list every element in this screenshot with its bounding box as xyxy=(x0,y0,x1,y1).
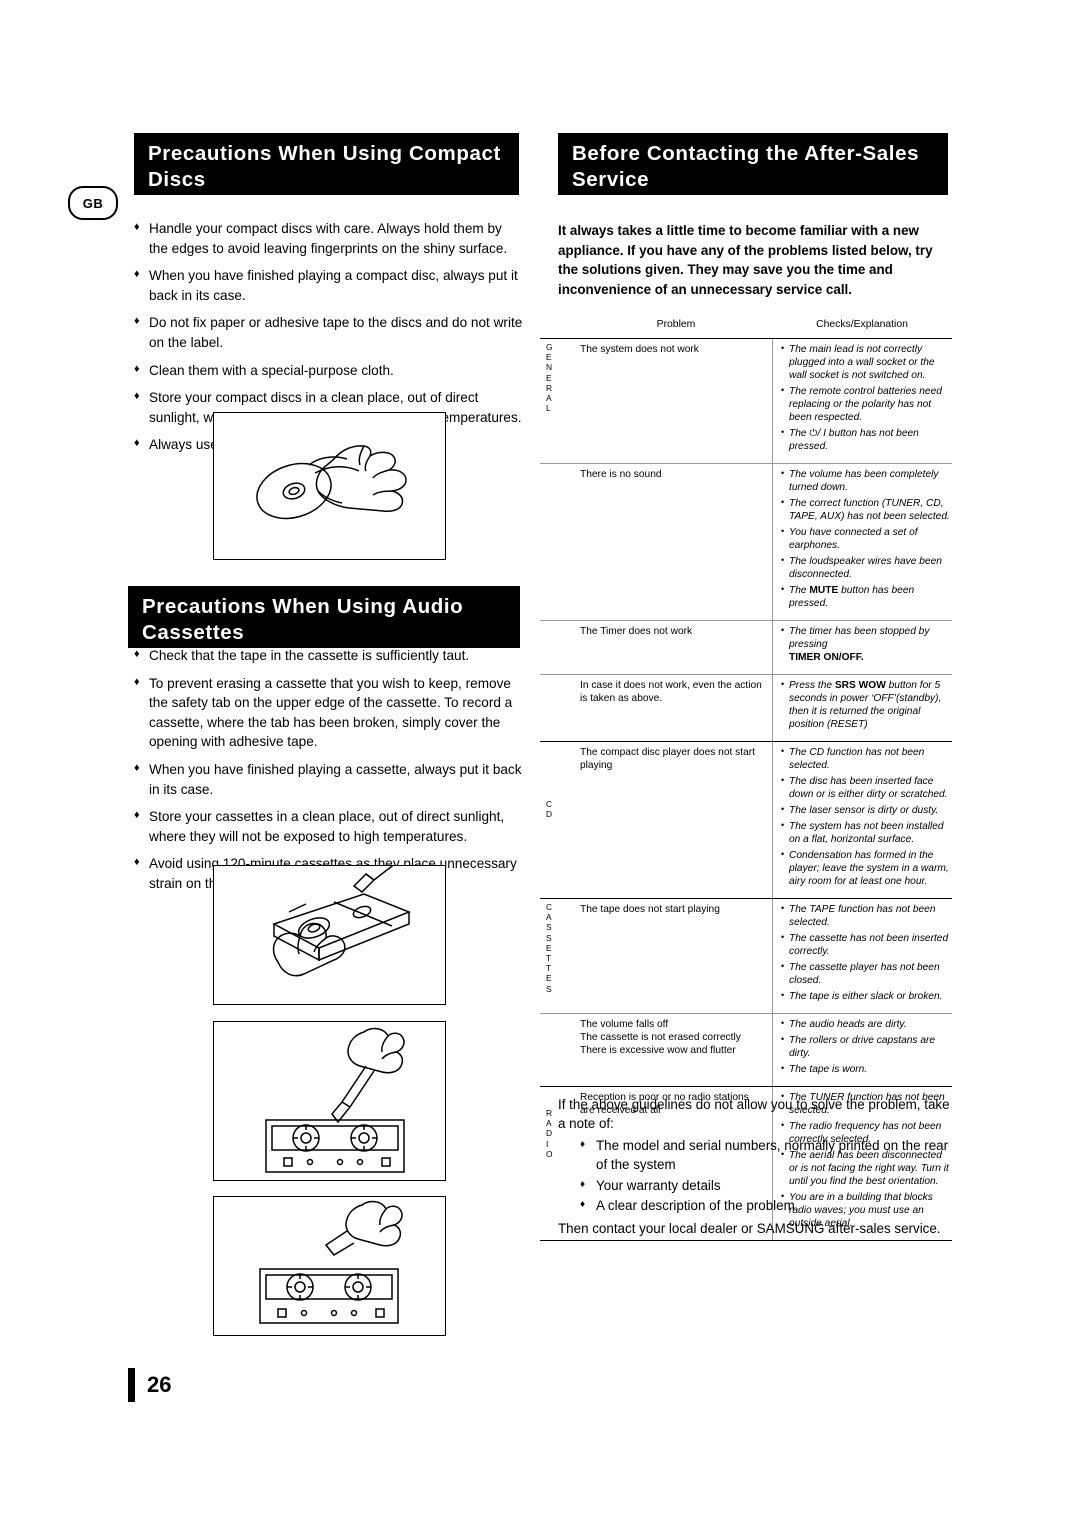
language-badge: GB xyxy=(68,186,118,220)
check-item: The cassette has not been inserted corre… xyxy=(781,931,952,958)
check-item: The remote control batteries need replac… xyxy=(781,384,952,424)
table-group-general: GENERAL The system does not work The mai… xyxy=(540,338,952,741)
check-item: The disc has been inserted face down or … xyxy=(781,774,952,801)
list-item: Check that the tape in the cassette is s… xyxy=(134,645,524,666)
row-label-spacer xyxy=(540,1014,580,1086)
row-label-spacer xyxy=(540,464,580,620)
check-item-mute: The MUTE button has been pressed. xyxy=(781,583,952,610)
row-label-spacer xyxy=(540,899,580,1013)
check-item: The loudspeaker wires have been disconne… xyxy=(781,554,952,581)
closing-bullets: The model and serial numbers, normally p… xyxy=(558,1135,956,1216)
list-item: Do not fix paper or adhesive tape to the… xyxy=(134,312,524,352)
check-item-timer: The timer has been stopped by pressingTI… xyxy=(781,624,952,664)
illustration-covering-tab-opening-graphic xyxy=(259,1200,403,1324)
section-heading-compact-discs: Precautions When Using Compact Discs xyxy=(134,133,519,195)
section-heading-audio-cassettes: Precautions When Using Audio Cassettes xyxy=(128,586,520,648)
table-row: The tape does not start playing The TAPE… xyxy=(540,898,952,1013)
table-row: The volume falls off The cassette is not… xyxy=(540,1013,952,1086)
check-item: The audio heads are dirty. xyxy=(781,1017,952,1031)
illustration-covering-tab-opening xyxy=(213,1196,446,1336)
check-item: The rollers or drive capstans are dirty. xyxy=(781,1033,952,1060)
page-number: 26 xyxy=(147,1372,172,1397)
check-item: The CD function has not been selected. xyxy=(781,745,952,772)
check-item: The correct function (TUNER, CD, TAPE, A… xyxy=(781,496,952,523)
closing-intro: If the above guidelines do not allow you… xyxy=(558,1097,950,1132)
list-item: Clean them with a special-purpose cloth. xyxy=(134,360,524,381)
list-item: Your warranty details xyxy=(580,1175,956,1195)
check-item: The main lead is not correctly plugged i… xyxy=(781,342,952,382)
check-item: The tape is worn. xyxy=(781,1062,952,1076)
illustration-removing-safety-tab-graphic xyxy=(265,1027,405,1173)
closing-note: If the above guidelines do not allow you… xyxy=(558,1095,956,1239)
page-number-block: 26 xyxy=(128,1368,171,1402)
cassette-precautions-list: Check that the tape in the cassette is s… xyxy=(134,645,524,902)
illustration-removing-safety-tab xyxy=(213,1021,446,1181)
language-badge-label: GB xyxy=(82,195,104,211)
table-row: The Timer does not work The timer has be… xyxy=(540,620,952,674)
heading-line-1: Precautions When Using Compact xyxy=(148,142,501,165)
table-row: The compact disc player does not start p… xyxy=(540,741,952,898)
check-item: The tape is either slack or broken. xyxy=(781,989,952,1003)
illustration-tape-tension-graphic xyxy=(272,866,412,977)
table-row: There is no sound The volume has been co… xyxy=(540,463,952,620)
row-label-spacer xyxy=(540,339,580,463)
list-item: To prevent erasing a cassette that you w… xyxy=(134,673,524,752)
check-item-reset: Press the SRS WOW button for 5 seconds i… xyxy=(781,678,952,731)
check-item: The TAPE function has not been selected. xyxy=(781,902,952,929)
check-item: The cassette player has not been closed. xyxy=(781,960,952,987)
problem-cell: The Timer does not work xyxy=(580,626,693,637)
checks-cell: The main lead is not correctly plugged i… xyxy=(772,339,952,463)
manual-page: GB Precautions When Using Compact Discs … xyxy=(0,0,1080,1528)
check-item: Condensation has formed in the player; l… xyxy=(781,848,952,888)
checks-cell: The volume has been completely turned do… xyxy=(772,464,952,620)
illustration-tape-tension xyxy=(213,865,446,1005)
list-item: When you have finished playing a cassett… xyxy=(134,759,524,799)
checks-cell: Press the SRS WOW button for 5 seconds i… xyxy=(772,675,952,741)
list-item: Store your cassettes in a clean place, o… xyxy=(134,806,524,846)
problem-cell: The tape does not start playing xyxy=(580,904,720,915)
list-item: Handle your compact discs with care. Alw… xyxy=(134,218,524,258)
problem-cell: The compact disc player does not start p… xyxy=(580,747,755,771)
table-bottom-rule xyxy=(540,1240,952,1241)
check-item-power: The ⏻/ I button has not been pressed. xyxy=(781,426,952,453)
list-item: A clear description of the problem xyxy=(580,1195,956,1215)
table-header-row: Problem Checks/Explanation xyxy=(540,318,952,338)
page-number-bar xyxy=(128,1368,135,1402)
problem-cell: The system does not work xyxy=(580,344,699,355)
list-item: When you have finished playing a compact… xyxy=(134,265,524,305)
column-header-problem: Problem xyxy=(656,319,696,330)
list-item: The model and serial numbers, normally p… xyxy=(580,1135,956,1175)
checks-cell: The timer has been stopped by pressingTI… xyxy=(772,621,952,674)
table-row: In case it does not work, even the actio… xyxy=(540,674,952,741)
checks-cell: The TAPE function has not been selected.… xyxy=(772,899,952,1013)
row-label-spacer xyxy=(540,675,580,741)
row-label-spacer xyxy=(540,621,580,674)
illustration-handling-disc-graphic xyxy=(256,445,407,520)
problem-cell: The volume falls off The cassette is not… xyxy=(580,1019,741,1056)
checks-cell: The CD function has not been selected. T… xyxy=(772,742,952,898)
problem-cell: There is no sound xyxy=(580,469,662,480)
check-item: The volume has been completely turned do… xyxy=(781,467,952,494)
section-heading-after-sales-service: Before Contacting the After-Sales Servic… xyxy=(558,133,948,195)
heading-line-2: Discs xyxy=(148,168,206,191)
closing-last-line: Then contact your local dealer or SAMSUN… xyxy=(558,1221,941,1237)
check-item: The laser sensor is dirty or dusty. xyxy=(781,803,952,817)
illustration-handling-disc xyxy=(213,412,446,560)
checks-cell: The audio heads are dirty. The rollers o… xyxy=(772,1014,952,1086)
heading-line-2: Service xyxy=(572,168,650,191)
power-button-icon: ⏻ xyxy=(809,428,818,439)
check-item: The system has not been installed on a f… xyxy=(781,819,952,846)
table-group-cd: CD The compact disc player does not star… xyxy=(540,741,952,898)
problem-cell: In case it does not work, even the actio… xyxy=(580,680,762,704)
heading-line-1: Before Contacting the After-Sales xyxy=(572,142,920,165)
check-item: You have connected a set of earphones. xyxy=(781,525,952,552)
table-row: The system does not work The main lead i… xyxy=(540,338,952,463)
column-header-checks: Checks/Explanation xyxy=(816,319,908,330)
heading-line-1: Precautions When Using Audio xyxy=(142,595,464,618)
row-label-spacer xyxy=(540,742,580,898)
heading-line-2: Cassettes xyxy=(142,621,245,644)
table-group-cassettes: CASSETTES The tape does not start playin… xyxy=(540,898,952,1086)
service-intro-paragraph: It always takes a little time to become … xyxy=(558,223,933,297)
